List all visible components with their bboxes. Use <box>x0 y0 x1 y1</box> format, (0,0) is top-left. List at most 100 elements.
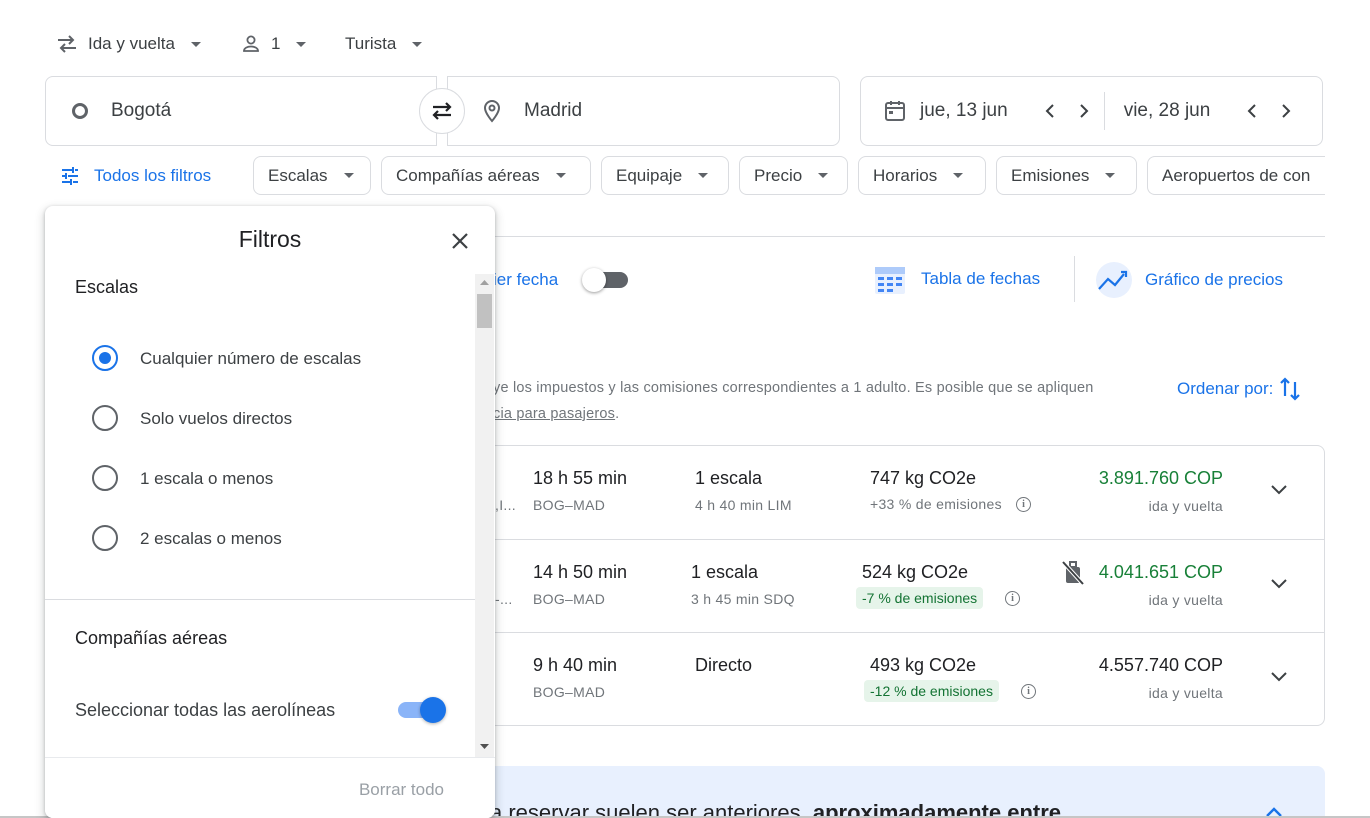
caret-down-icon <box>698 173 709 178</box>
panel-footer: Borrar todo <box>45 757 495 818</box>
clear-all-button[interactable]: Borrar todo <box>359 780 444 800</box>
dates-field: jue, 13 jun vie, 28 jun <box>860 76 1323 146</box>
stop-detail: 4 h 40 min LIM <box>695 497 792 513</box>
radio-label: Cualquier número de escalas <box>140 349 362 368</box>
info-icon[interactable]: i <box>1005 591 1020 606</box>
flight-duration: 14 h 50 min <box>533 562 628 582</box>
cabin-label: Turista <box>345 34 397 53</box>
price-graph-label: Gráfico de precios <box>1145 270 1283 289</box>
all-filters-button[interactable]: Todos los filtros <box>60 162 211 190</box>
radio-label: 2 escalas o menos <box>140 529 282 548</box>
flight-row[interactable]: ,I... 18 h 55 min BOG–MAD 1 escala 4 h 4… <box>481 446 1324 539</box>
panel-scrollbar[interactable] <box>475 274 494 760</box>
flight-emissions: 747 kg CO2e <box>870 468 977 488</box>
sort-arrows-icon <box>1279 376 1301 402</box>
radio-direct-only[interactable] <box>92 405 118 431</box>
date-divider <box>1103 92 1105 130</box>
trip-type-dropdown[interactable]: Ida y vuelta <box>56 30 201 58</box>
swap-arrows-icon <box>56 35 78 53</box>
chip-companias[interactable]: Compañías aéreas <box>381 156 591 195</box>
person-icon <box>241 34 261 54</box>
flight-row[interactable]: -... 14 h 50 min BOG–MAD 1 escala 3 h 45… <box>481 539 1324 632</box>
flight-emissions: 524 kg CO2e <box>862 562 969 582</box>
select-all-airlines-toggle[interactable] <box>398 697 446 723</box>
depart-date[interactable]: jue, 13 jun <box>920 100 1008 122</box>
airlines-section-title: Compañías aéreas <box>75 628 228 648</box>
select-all-airlines-label: Seleccionar todas las aerolíneas <box>75 700 336 720</box>
next-return-date-icon[interactable] <box>1280 103 1292 119</box>
flight-route: BOG–MAD <box>533 591 606 607</box>
sort-button[interactable]: Ordenar por: <box>1177 376 1301 402</box>
destination-field[interactable]: Madrid <box>447 76 840 146</box>
passengers-count: 1 <box>271 34 281 53</box>
flight-price: 4.041.651 COP <box>1098 562 1223 582</box>
flight-emissions: 493 kg CO2e <box>870 655 977 675</box>
price-insight-banner: a reservar suelen ser anteriores, aproxi… <box>480 766 1325 818</box>
caret-down-icon <box>412 41 423 47</box>
return-date[interactable]: vie, 28 jun <box>1124 100 1211 122</box>
caret-down-icon <box>343 173 354 178</box>
chip-aeropuertos[interactable]: Aeropuertos de con <box>1147 156 1325 195</box>
radio-label: 1 escala o menos <box>140 469 274 488</box>
emissions-note: +33 % de emisiones <box>870 496 1002 512</box>
passenger-fees-link[interactable]: cia para pasajeros <box>493 406 615 422</box>
expand-chevron-icon[interactable] <box>1270 578 1288 590</box>
calendar-icon <box>883 99 907 123</box>
close-icon[interactable] <box>450 231 470 251</box>
flight-stops: 1 escala <box>695 468 763 488</box>
radio-one-stop-or-less[interactable] <box>92 465 118 491</box>
stop-detail: 3 h 45 min SDQ <box>691 591 795 607</box>
prev-depart-date-icon[interactable] <box>1044 103 1056 119</box>
scroll-up-arrow-icon[interactable] <box>480 279 489 285</box>
expand-chevron-icon[interactable] <box>1270 671 1288 683</box>
info-icon[interactable]: i <box>1021 684 1036 699</box>
flight-row[interactable]: 9 h 40 min BOG–MAD Directo 493 kg CO2e -… <box>481 632 1324 725</box>
chip-label: Aeropuertos de con <box>1162 165 1311 185</box>
cabin-dropdown[interactable]: Turista <box>345 30 423 58</box>
chip-label: Emisiones <box>1011 165 1090 185</box>
emissions-badge: -12 % de emisiones <box>864 680 999 702</box>
passengers-dropdown[interactable]: 1 <box>241 30 307 58</box>
origin-circle-icon <box>71 102 89 120</box>
radio-any-stops[interactable] <box>92 345 118 371</box>
panel-title: Filtros <box>238 226 302 252</box>
no-carry-on-bag-icon <box>1061 560 1085 586</box>
tune-sliders-icon <box>60 166 80 186</box>
caret-down-icon <box>555 173 566 178</box>
chip-label: Equipaje <box>616 165 683 185</box>
flight-stops: 1 escala <box>691 562 759 582</box>
stops-section-title: Escalas <box>75 277 139 297</box>
scroll-down-arrow-icon[interactable] <box>480 744 489 750</box>
caret-down-icon <box>190 41 201 47</box>
sort-label: Ordenar por: <box>1177 379 1274 398</box>
location-pin-icon <box>482 99 502 123</box>
chip-escalas[interactable]: Escalas <box>253 156 371 195</box>
price-graph-button[interactable]: Gráfico de precios <box>1095 261 1283 299</box>
info-icon[interactable]: i <box>1016 497 1031 512</box>
chip-precio[interactable]: Precio <box>739 156 848 195</box>
trip-type-label: Ida y vuelta <box>88 34 175 53</box>
chip-horarios[interactable]: Horarios <box>858 156 986 195</box>
date-table-button[interactable]: Tabla de fechas <box>872 262 1040 296</box>
chip-emisiones[interactable]: Emisiones <box>996 156 1137 195</box>
date-grid-icon <box>872 262 907 296</box>
caret-down-icon <box>953 173 964 178</box>
expand-chevron-icon[interactable] <box>1270 484 1288 496</box>
origin-field[interactable]: Bogotá <box>45 76 437 146</box>
radio-two-stops-or-less[interactable] <box>92 525 118 551</box>
flex-date-toggle[interactable] <box>582 268 628 292</box>
flight-price: 4.557.740 COP <box>1098 655 1223 675</box>
next-depart-date-icon[interactable] <box>1078 103 1090 119</box>
swap-arrows-icon <box>429 101 455 121</box>
prev-return-date-icon[interactable] <box>1246 103 1258 119</box>
scrollbar-thumb[interactable] <box>477 294 492 328</box>
swap-origin-destination-button[interactable] <box>419 88 465 134</box>
chip-label: Horarios <box>873 165 938 185</box>
flight-route: BOG–MAD <box>533 684 606 700</box>
airline-fragment: -... <box>495 591 513 607</box>
flight-price: 3.891.760 COP <box>1098 468 1223 488</box>
price-note: ida y vuelta <box>1148 498 1223 514</box>
chip-equipaje[interactable]: Equipaje <box>601 156 729 195</box>
origin-value: Bogotá <box>111 100 172 121</box>
flight-route: BOG–MAD <box>533 497 606 513</box>
